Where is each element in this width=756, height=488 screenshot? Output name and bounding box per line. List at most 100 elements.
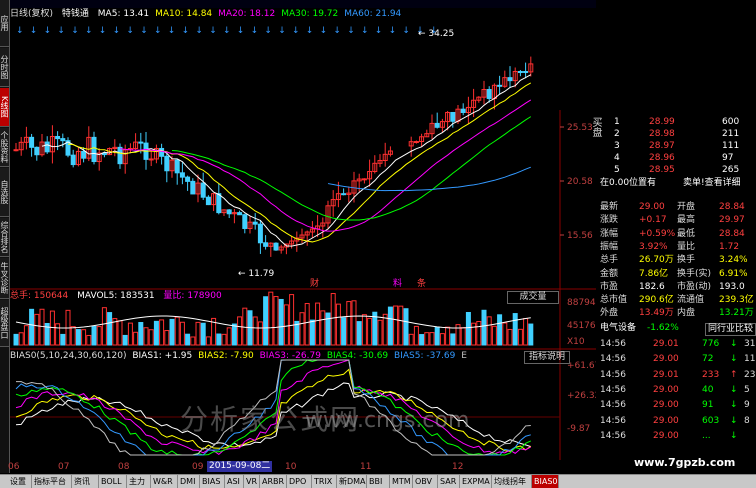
candle-body (242, 214, 248, 229)
indicator-tab-11[interactable]: DPO (287, 475, 312, 488)
sidebar-tab-1[interactable]: 分时图 (0, 48, 9, 87)
indicator-tab-2[interactable]: 资讯 (72, 475, 99, 488)
quote-l2-2: 最低 (677, 228, 696, 239)
sidebar-tab-4[interactable]: 自选股 (0, 168, 9, 217)
candle-body (497, 84, 503, 87)
orderbook-v-0: 600 (722, 117, 740, 127)
volume-bar (320, 310, 326, 346)
indicator-help-button[interactable]: 指标说明 (524, 351, 570, 364)
indicator-tab-1[interactable]: 指标平台 (32, 475, 72, 488)
quote-l2-8: 内盘 (677, 308, 696, 319)
indicator-tab-4[interactable]: 主力 (127, 475, 151, 488)
quote-v1-3: 3.92% (639, 241, 668, 252)
candle-body (226, 209, 232, 215)
volume-button[interactable]: 成交量 (507, 291, 559, 304)
indicator-tab-6[interactable]: DMI (178, 475, 200, 488)
indicator-tab-18[interactable]: EXPMA (460, 475, 492, 488)
down-arrow-icon: ↓ (402, 26, 410, 36)
candle-body (486, 89, 492, 99)
indicator-tab-0[interactable]: 设置 (8, 475, 32, 488)
quote-v1-1: +0.17 (639, 215, 667, 226)
tick-t-2: 14:56 (600, 369, 626, 380)
sidebar-tab-6[interactable]: 牛叉诊断 (0, 258, 9, 299)
volume-bar (13, 333, 19, 346)
down-arrow-icon: ↓ (730, 384, 738, 395)
sidebar-tab-2[interactable]: K线图 (0, 88, 9, 127)
volume-bar (315, 302, 321, 346)
bias2-label: BIAS2: -7.90 (198, 351, 254, 361)
volume-bar (148, 329, 154, 346)
bias-params: BIAS0(5,10,24,30,60,120) (10, 351, 127, 361)
volume-bar (330, 293, 336, 346)
down-arrow-icon: ↓ (140, 26, 148, 36)
candle-body (55, 136, 61, 140)
down-arrow-icon: ↓ (126, 26, 134, 36)
tick-t-3: 14:56 (600, 384, 626, 395)
volume-bar (497, 314, 503, 346)
down-arrow-icon: ↓ (278, 26, 286, 36)
candle-body (237, 212, 243, 216)
x-axis-label-2: 08 (118, 462, 130, 472)
volume-bar (382, 313, 388, 346)
sector-name[interactable]: 电气设备 (600, 323, 636, 334)
indicator-tab-10[interactable]: ARBR (260, 475, 287, 488)
volume-bar (309, 319, 315, 346)
volume-bar (117, 320, 123, 346)
indicator-tab-15[interactable]: MTM (390, 475, 413, 488)
industry-compare-button[interactable]: 同行业比较 (705, 323, 756, 336)
volume-bar (81, 329, 87, 346)
volume-bar (75, 329, 81, 346)
indicator-tab-14[interactable]: BBI (367, 475, 390, 488)
tick-p-1: 29.00 (653, 354, 679, 365)
candle-body (263, 242, 269, 247)
indicator-tab-7[interactable]: BIAS (200, 475, 225, 488)
sidebar-tab-0[interactable]: 应用 (0, 0, 9, 47)
candle-body (216, 193, 222, 214)
chart-canvas[interactable]: 25.5320.5815.568879445176X10+61.67+26.32… (10, 0, 596, 460)
indicator-tab-5[interactable]: W&R (151, 475, 178, 488)
ma-line-5 (41, 74, 532, 247)
tick-n-1: 11 (744, 354, 756, 365)
sidebar-tab-7[interactable]: 超级盘口 (0, 300, 9, 347)
indicator-tab-8[interactable]: ASI (225, 475, 244, 488)
sidebar-tab-3[interactable]: 个股资料 (0, 128, 9, 167)
event-marker-2: 条 (417, 277, 426, 289)
indicator-tab-17[interactable]: SAR (438, 475, 460, 488)
left-sidebar: 应用 分时图 K线图 个股资料 自选股 综合排名 牛叉诊断 超级盘口 (0, 0, 10, 473)
event-marker-1: 料 (393, 277, 402, 289)
sidebar-tab-5[interactable]: 综合排名 (0, 218, 9, 257)
indicator-tab-16[interactable]: OBV (413, 475, 438, 488)
ma-line-30 (171, 116, 532, 221)
volume-bar (465, 311, 471, 346)
sell-detail-link[interactable]: 卖单!查看详细 (683, 178, 741, 189)
volume-bar (190, 336, 196, 346)
indicator-tab-20[interactable]: BIAS0 (532, 475, 559, 488)
candle-body (413, 141, 419, 144)
volume-bar (523, 318, 529, 346)
indicator-tab-12[interactable]: TRIX (312, 475, 337, 488)
volume-bar (424, 332, 430, 346)
volume-bar (335, 303, 341, 346)
indicator-tab-19[interactable]: 均线拐年 (492, 475, 532, 488)
indicator-tab-13[interactable]: 新DMA (337, 475, 367, 488)
volume-bar (377, 319, 383, 346)
volume-bar (304, 303, 310, 346)
x-axis-label-3: 09 (192, 462, 204, 472)
x-axis-label-5: 11 (360, 462, 372, 472)
indicator-tab-3[interactable]: BOLL (99, 475, 127, 488)
volume-bar (481, 309, 487, 346)
candle-body (174, 159, 180, 174)
tick-v-2: 233 (702, 369, 720, 380)
volume-bar (70, 326, 76, 346)
quote-v2-4: 3.24% (719, 255, 748, 266)
quote-l1-6: 市盈 (600, 281, 619, 292)
indicator-tab-9[interactable]: VR (244, 475, 260, 488)
volume-bar (18, 332, 24, 346)
candle-body (517, 71, 523, 74)
volume-bar (23, 325, 29, 346)
quote-panel: 买盘 1 28.99 600 2 28.98 211 3 28.97 111 4 28.96 97 5 2… (590, 117, 756, 457)
candle-body (507, 77, 513, 82)
candle-body (257, 223, 263, 244)
tick-p-0: 29.01 (653, 339, 679, 349)
volume-bar (325, 312, 331, 346)
